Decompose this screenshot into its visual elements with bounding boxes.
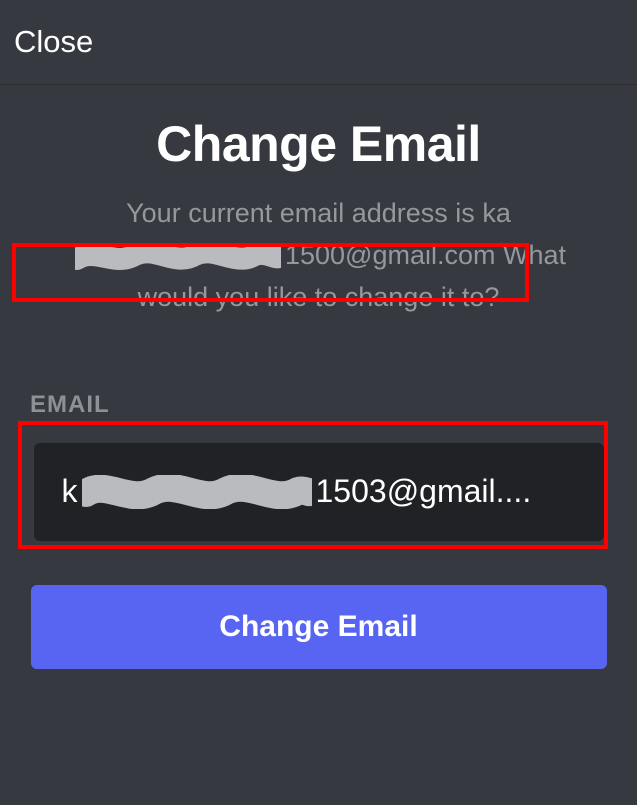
change-email-button[interactable]: Change Email: [31, 585, 607, 669]
current-email-suffix: 1500@gmail.com: [285, 240, 496, 270]
redaction-mark-icon: [75, 243, 281, 271]
email-value-suffix: 1503@gmail....: [316, 473, 532, 510]
email-label: EMAIL: [30, 391, 607, 419]
topbar: Close: [0, 0, 637, 85]
content: Change Email Your current email address …: [0, 85, 637, 669]
email-form: EMAIL k 1503@gmail....: [30, 391, 607, 541]
page-title: Change Email: [30, 115, 607, 173]
current-email-prefix: ka: [482, 198, 511, 228]
subtitle-line1: Your current email address is: [126, 198, 482, 228]
subtitle: Your current email address is ka 1500@gma…: [30, 193, 607, 319]
close-button[interactable]: Close: [14, 24, 93, 60]
email-input-value: k 1503@gmail....: [62, 473, 532, 510]
redaction-mark-icon: [82, 475, 312, 509]
email-value-prefix: k: [62, 473, 78, 510]
email-input[interactable]: k 1503@gmail....: [34, 443, 604, 541]
